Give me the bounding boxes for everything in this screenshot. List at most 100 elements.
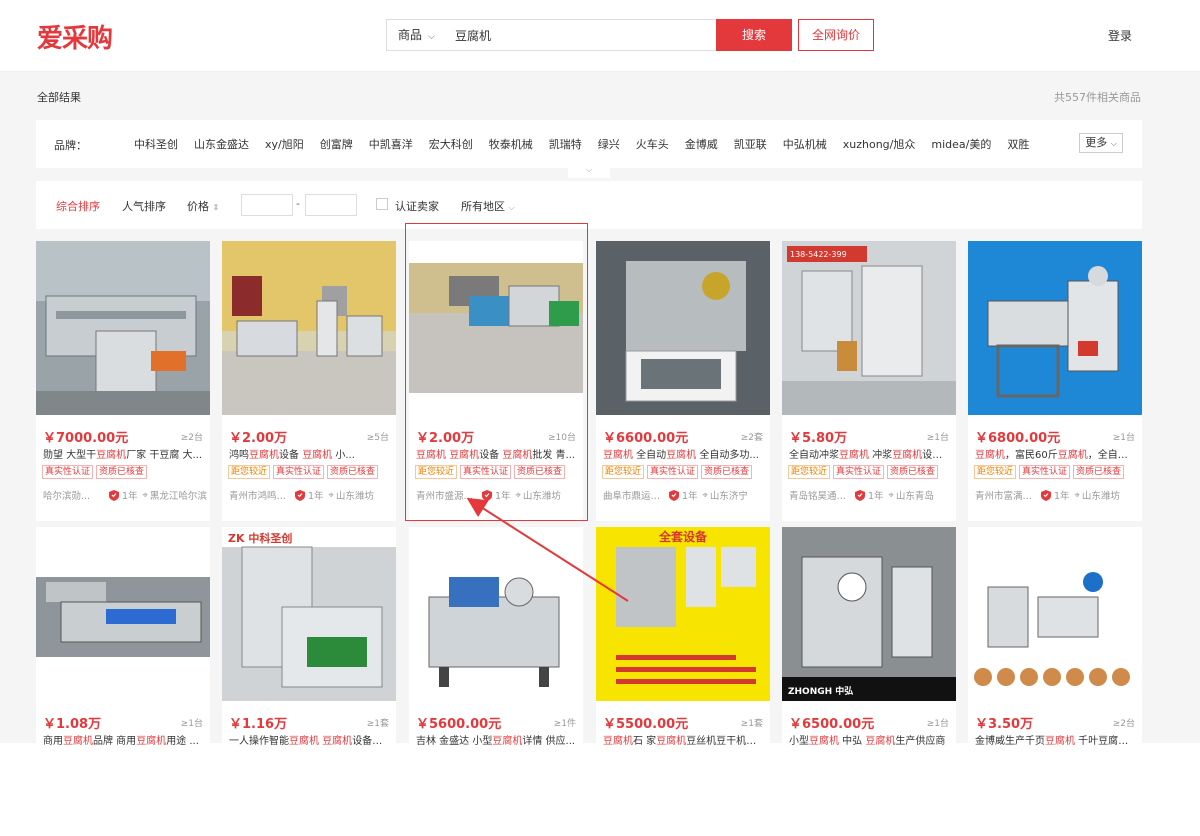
product-tag: 真实性认证: [833, 465, 885, 479]
brand-item[interactable]: xy/旭阳: [265, 136, 304, 152]
product-card[interactable]: ￥2.00万 ≥5台 鸿鸣豆腐机设备 豆腐机 小... 距您较近 真实性认证 资质已核查 …: [222, 241, 396, 521]
product-card[interactable]: ￥1.08万 ≥1台 商用豆腐机品牌 商用豆腐机用途 ...: [36, 527, 210, 747]
title-part: 批发 青...: [532, 450, 576, 461]
image-phone-text: 138-5422-399: [790, 250, 847, 259]
search-input[interactable]: [455, 20, 710, 50]
product-card[interactable]: ￥7000.00元 ≥2台 勋望 大型干豆腐机厂家 干豆腐 大... 真实性认证 资质已…: [36, 241, 210, 521]
product-image[interactable]: [36, 527, 210, 701]
product-image[interactable]: [222, 241, 396, 415]
sort-price[interactable]: 价格 ⇕: [187, 198, 219, 214]
brand-item[interactable]: 中弘机械: [783, 136, 827, 152]
company-name[interactable]: 曲阜市鼎运食...: [603, 488, 665, 502]
certified-checkbox[interactable]: [376, 198, 388, 210]
price-min-input[interactable]: [241, 194, 293, 216]
product-price: ￥1.08万: [43, 717, 102, 732]
brand-item[interactable]: 宏大科创: [429, 136, 473, 152]
product-image[interactable]: 全套设备: [596, 527, 770, 701]
chevron-down-icon: ⌵: [428, 32, 435, 42]
brand-item[interactable]: 中凯喜洋: [369, 136, 413, 152]
product-title[interactable]: 一人操作智能豆腐机 豆腐机设备价...: [229, 732, 391, 747]
product-image[interactable]: [409, 527, 583, 701]
product-card[interactable]: ￥6800.00元 ≥1台 豆腐机，富民60斤豆腐机，全自动... 距您较近 真实性认证…: [968, 241, 1142, 521]
inquiry-button[interactable]: 全网询价: [798, 19, 874, 51]
product-title[interactable]: 豆腐机 全自动豆腐机 全自动多功...: [603, 446, 765, 461]
product-card[interactable]: ZHONGH 中弘 ￥6500.00元 ≥1台 小型豆腐机 中弘 豆腐机生产供应商: [782, 527, 956, 747]
product-image[interactable]: 138-5422-399: [782, 241, 956, 415]
product-title[interactable]: 金博威生产千页豆腐机 千叶豆腐新...: [975, 732, 1137, 747]
title-part: 豆腐机: [502, 450, 533, 461]
company-name[interactable]: 青州市盛源机...: [416, 488, 478, 502]
title-part: 全自动冲浆: [789, 450, 839, 461]
title-part: 设备价...: [352, 736, 391, 747]
brand-item[interactable]: 创富牌: [320, 136, 353, 152]
product-image[interactable]: ZHONGH 中弘: [782, 527, 956, 701]
product-card[interactable]: ￥6600.00元 ≥2套 豆腐机 全自动豆腐机 全自动多功... 距您较近 真实性认证…: [596, 241, 770, 521]
site-logo[interactable]: 爱采购: [37, 18, 113, 55]
company-name[interactable]: 哈尔滨勋...: [43, 488, 105, 502]
product-card[interactable]: ￥3.50万 ≥2台 金博威生产千页豆腐机 千叶豆腐新...: [968, 527, 1142, 747]
product-price: ￥3.50万: [975, 717, 1034, 732]
title-part: 豆腐机: [1045, 736, 1075, 747]
title-part: 详情 供应...: [522, 736, 576, 747]
brand-item[interactable]: 绿兴: [598, 136, 620, 152]
brand-item[interactable]: 凯亚联: [734, 136, 767, 152]
brand-item[interactable]: 凯瑞特: [549, 136, 582, 152]
product-image[interactable]: [968, 527, 1142, 701]
search-button[interactable]: 搜索: [716, 19, 792, 51]
product-title[interactable]: 吉林 金盛达 小型豆腐机详情 供应...: [416, 732, 578, 747]
product-image[interactable]: [36, 241, 210, 415]
login-link[interactable]: 登录: [1108, 27, 1132, 44]
shield-icon: [1041, 489, 1051, 501]
product-card[interactable]: 全套设备 ￥5500.00元 ≥1套 豆腐机石 家豆腐机豆丝机豆干机压...: [596, 527, 770, 747]
title-part: 品牌 商用: [93, 736, 137, 747]
brand-item[interactable]: midea/美的: [931, 136, 991, 152]
product-card[interactable]: 138-5422-399 ￥5.80万 ≥1台 全自动冲浆豆腐机 冲浆豆腐机设备...…: [782, 241, 956, 521]
product-image[interactable]: [968, 241, 1142, 415]
product-region: 山东济宁: [709, 491, 748, 502]
product-title[interactable]: 豆腐机 豆腐机设备 豆腐机批发 青...: [416, 446, 578, 461]
product-title[interactable]: 豆腐机，富民60斤豆腐机，全自动...: [975, 446, 1137, 461]
breadcrumb[interactable]: 全部结果: [37, 89, 81, 105]
more-brands-button[interactable]: 更多 ⌵: [1079, 133, 1123, 153]
brand-item[interactable]: 中科圣创: [134, 136, 178, 152]
product-title[interactable]: 鸿鸣豆腐机设备 豆腐机 小...: [229, 446, 391, 461]
product-card[interactable]: ￥5600.00元 ≥1件 吉林 金盛达 小型豆腐机详情 供应...: [409, 527, 583, 747]
product-meta: 青州市盛源机... 1年 ⌖ 山东潍坊: [416, 488, 580, 502]
product-image[interactable]: [409, 241, 583, 415]
product-moq: ≥1套: [366, 719, 389, 729]
sort-default[interactable]: 综合排序: [56, 198, 100, 214]
product-image[interactable]: [596, 241, 770, 415]
brand-item[interactable]: 牧泰机械: [489, 136, 533, 152]
product-title[interactable]: 豆腐机石 家豆腐机豆丝机豆干机压...: [603, 732, 765, 747]
product-region: 黑龙江哈尔滨: [149, 491, 207, 502]
brand-item[interactable]: 双胜: [1007, 136, 1029, 152]
region-select[interactable]: 所有地区 ⌵: [461, 198, 515, 214]
product-tag: 真实性认证: [42, 465, 94, 479]
brand-item[interactable]: 金博威: [685, 136, 718, 152]
product-tag: 资质已核查: [96, 465, 148, 479]
product-image[interactable]: ZK 中科圣创: [222, 527, 396, 701]
product-price: ￥5500.00元: [603, 717, 689, 732]
company-name[interactable]: 青州市鸿鸣豆...: [229, 488, 291, 502]
product-title[interactable]: 勋望 大型干豆腐机厂家 干豆腐 大...: [43, 446, 205, 461]
product-title[interactable]: 小型豆腐机 中弘 豆腐机生产供应商: [789, 732, 951, 747]
price-label: 价格: [187, 200, 209, 213]
image-brand-text: ZK 中科圣创: [228, 531, 292, 545]
brand-item[interactable]: 火车头: [636, 136, 669, 152]
certified-label[interactable]: 认证卖家: [395, 198, 439, 214]
product-price: ￥6800.00元: [975, 431, 1061, 446]
product-card[interactable]: ￥2.00万 ≥10台 豆腐机 豆腐机设备 豆腐机批发 青... 距您较近 真实性认证资…: [409, 241, 583, 521]
company-name[interactable]: 青州市富满合...: [975, 488, 1037, 502]
search-category-select[interactable]: 商品 ⌵: [387, 20, 447, 50]
price-max-input[interactable]: [305, 194, 357, 216]
product-title[interactable]: 全自动冲浆豆腐机 冲浆豆腐机设备...: [789, 446, 951, 461]
product-tag: 资质已核查: [1073, 465, 1125, 479]
product-card[interactable]: ZK 中科圣创 ￥1.16万 ≥1套 一人操作智能豆腐机 豆腐机设备价...: [222, 527, 396, 747]
sort-popular[interactable]: 人气排序: [122, 198, 166, 214]
product-price: ￥5.80万: [789, 431, 848, 446]
product-title[interactable]: 商用豆腐机品牌 商用豆腐机用途 ...: [43, 732, 205, 747]
brand-item[interactable]: xuzhong/旭众: [843, 136, 916, 152]
expand-chevron-icon[interactable]: ⌵: [568, 164, 610, 178]
company-name[interactable]: 青岛铭昊通机...: [789, 488, 851, 502]
brand-item[interactable]: 山东金盛达: [194, 136, 249, 152]
